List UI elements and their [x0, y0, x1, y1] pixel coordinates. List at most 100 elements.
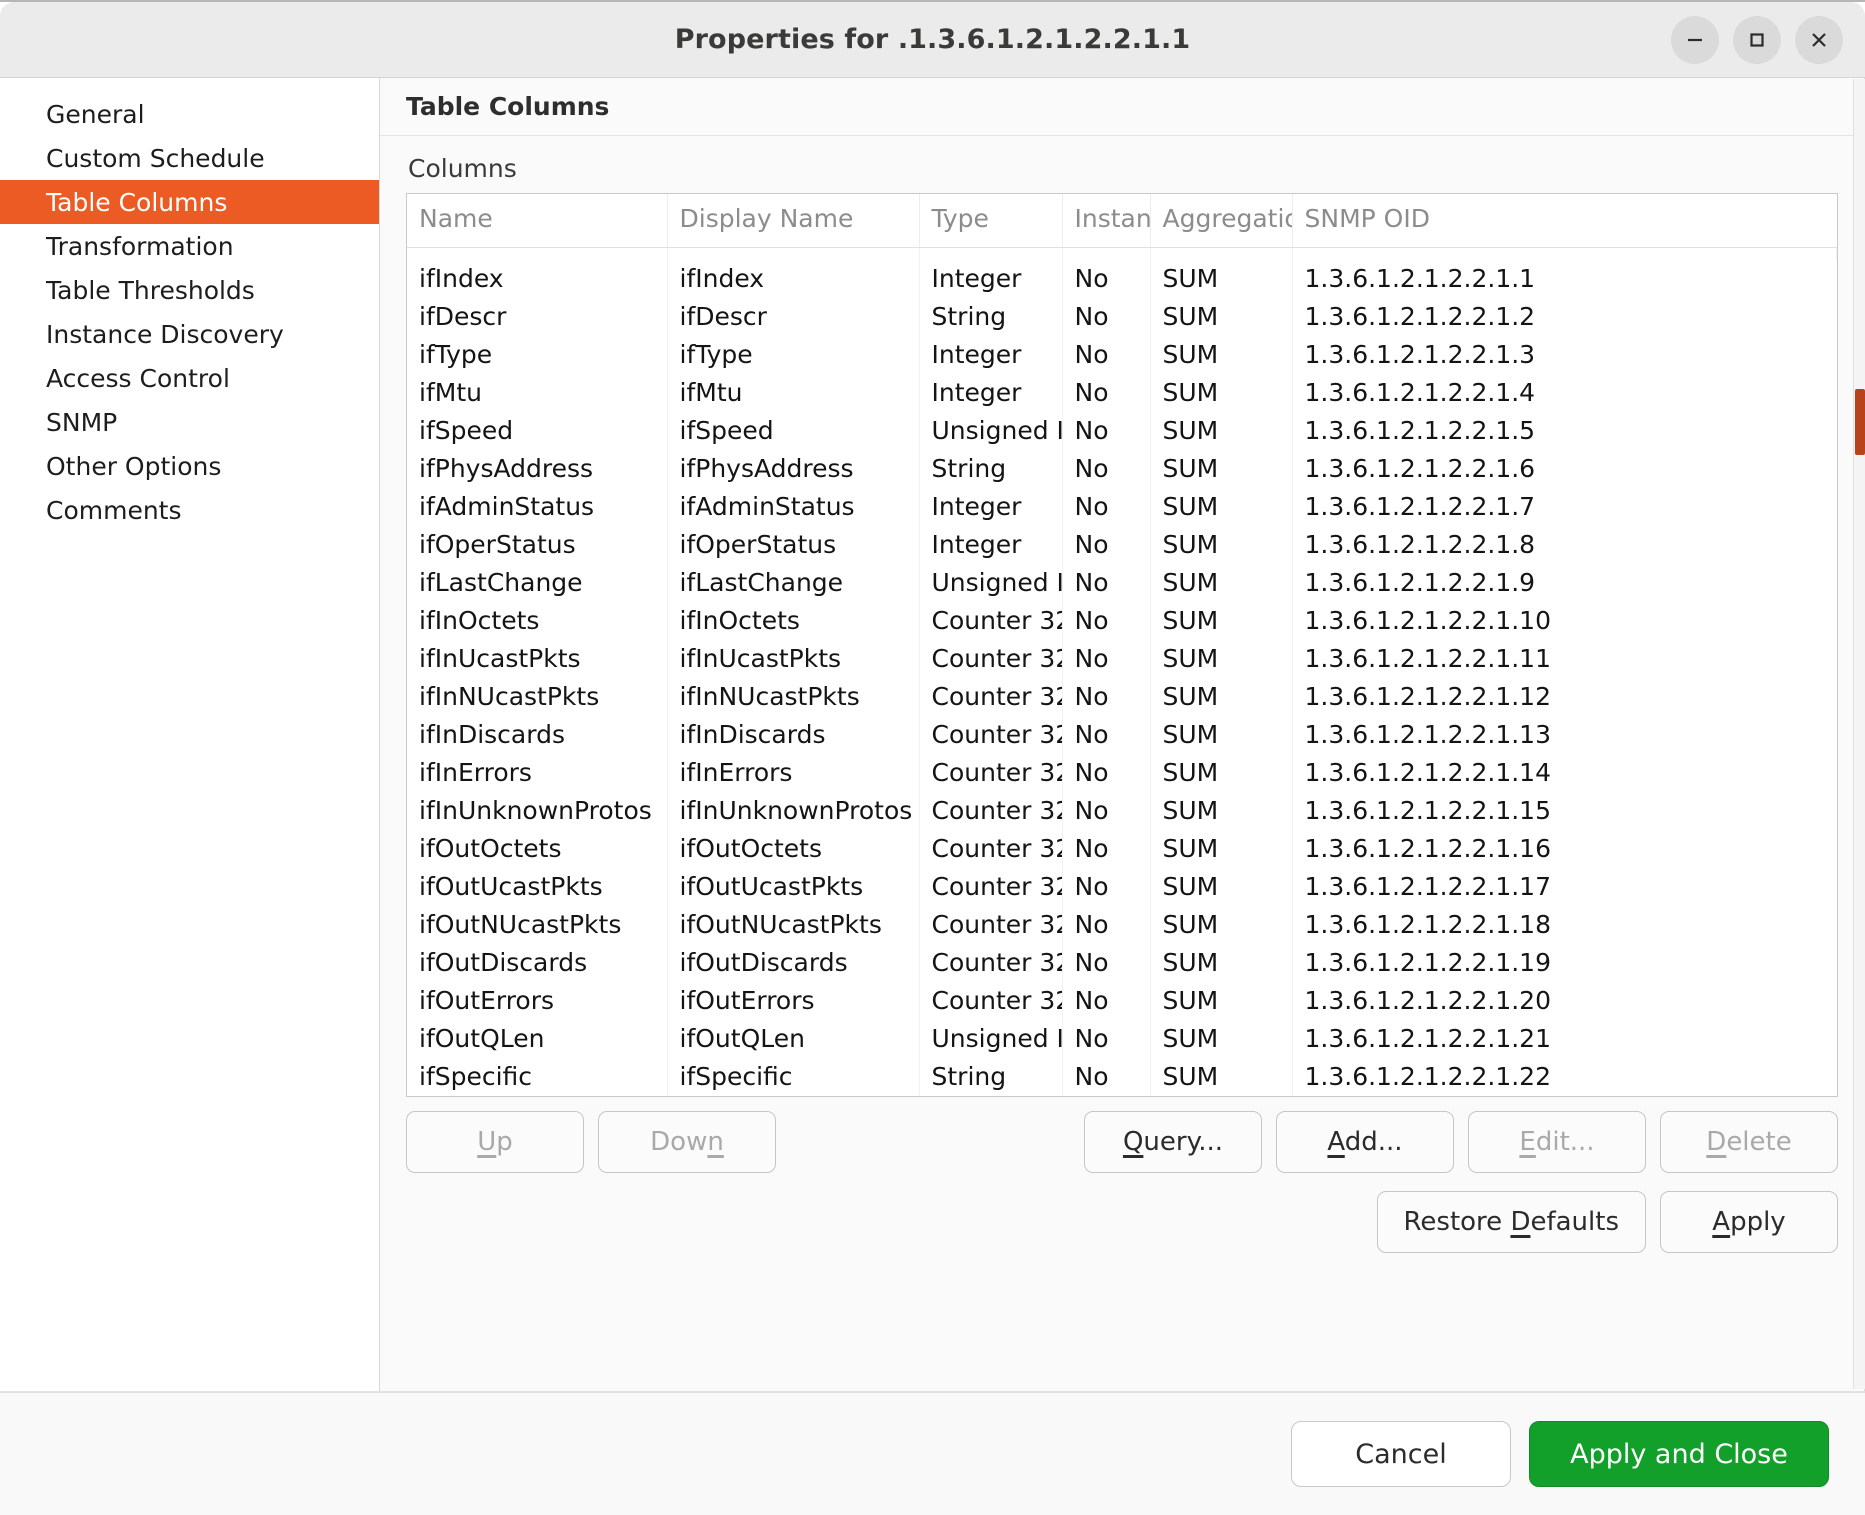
- sidebar-item-general[interactable]: General: [0, 92, 379, 136]
- table-row[interactable]: ifDescrifDescrStringNoSUM1.3.6.1.2.1.2.2…: [407, 298, 1837, 336]
- cell-display: ifOutDiscards: [667, 944, 919, 982]
- apply-button[interactable]: Apply: [1660, 1191, 1838, 1253]
- table-row[interactable]: ifMtuifMtuIntegerNoSUM1.3.6.1.2.1.2.2.1.…: [407, 374, 1837, 412]
- apply-and-close-button[interactable]: Apply and Close: [1529, 1421, 1829, 1487]
- cell-aggregation: SUM: [1150, 678, 1292, 716]
- cell-display: ifType: [667, 336, 919, 374]
- table-row[interactable]: ifAdminStatusifAdminStatusIntegerNoSUM1.…: [407, 488, 1837, 526]
- query-button[interactable]: Query...: [1084, 1111, 1262, 1173]
- column-header[interactable]: Name: [407, 194, 667, 248]
- sidebar-item-transformation[interactable]: Transformation: [0, 224, 379, 268]
- table-actions-row: Up Down Query... Add... Edit...: [406, 1097, 1838, 1173]
- sidebar-item-instance-discovery[interactable]: Instance Discovery: [0, 312, 379, 356]
- table-row[interactable]: ifOperStatusifOperStatusIntegerNoSUM1.3.…: [407, 526, 1837, 564]
- sidebar-item-label: Access Control: [46, 364, 230, 393]
- table-header-row[interactable]: NameDisplay NameTypeInstancAggregatioSNM…: [407, 194, 1837, 248]
- sidebar-item-table-thresholds[interactable]: Table Thresholds: [0, 268, 379, 312]
- cell-oid: 1.3.6.1.2.1.2.2.1.22: [1292, 1058, 1837, 1096]
- cell-name: ifOutErrors: [407, 982, 667, 1020]
- sidebar-item-comments[interactable]: Comments: [0, 488, 379, 532]
- cell-display: ifOutUcastPkts: [667, 868, 919, 906]
- cell-display: ifLastChange: [667, 564, 919, 602]
- table-row[interactable]: ifInUnknownProtosifInUnknownProtosCounte…: [407, 792, 1837, 830]
- cell-name: ifLastChange: [407, 564, 667, 602]
- table-row[interactable]: ifInErrorsifInErrorsCounter 32-NoSUM1.3.…: [407, 754, 1837, 792]
- column-header[interactable]: Type: [919, 194, 1062, 248]
- cell-name: ifOutQLen: [407, 1020, 667, 1058]
- sidebar-item-snmp[interactable]: SNMP: [0, 400, 379, 444]
- window-controls: [1671, 16, 1843, 64]
- cell-oid: 1.3.6.1.2.1.2.2.1.16: [1292, 830, 1837, 868]
- table-row[interactable]: ifOutErrorsifOutErrorsCounter 32-NoSUM1.…: [407, 982, 1837, 1020]
- dialog-scrollbar[interactable]: [1853, 79, 1865, 1389]
- cell-type: Counter 32-: [919, 830, 1062, 868]
- maximize-button[interactable]: [1733, 16, 1781, 64]
- sidebar-item-label: Table Thresholds: [46, 276, 255, 305]
- table-row[interactable]: ifInUcastPktsifInUcastPktsCounter 32-NoS…: [407, 640, 1837, 678]
- table-row[interactable]: ifPhysAddressifPhysAddressStringNoSUM1.3…: [407, 450, 1837, 488]
- close-button[interactable]: [1795, 16, 1843, 64]
- cell-name: ifInUnknownProtos: [407, 792, 667, 830]
- cell-display: ifMtu: [667, 374, 919, 412]
- table-row[interactable]: ifInNUcastPktsifInNUcastPktsCounter 32-N…: [407, 678, 1837, 716]
- main-content: Columns NameDisplay NameTypeInstancAggre…: [380, 136, 1864, 1391]
- table-row[interactable]: ifLastChangeifLastChangeUnsigned InNoSUM…: [407, 564, 1837, 602]
- cell-instance: No: [1062, 944, 1150, 982]
- sidebar-item-table-columns[interactable]: Table Columns: [0, 180, 379, 224]
- table-row[interactable]: ifTypeifTypeIntegerNoSUM1.3.6.1.2.1.2.2.…: [407, 336, 1837, 374]
- columns-table: NameDisplay NameTypeInstancAggregatioSNM…: [407, 194, 1837, 1096]
- cell-name: ifMtu: [407, 374, 667, 412]
- table-row[interactable]: ifInOctetsifInOctetsCounter 32-NoSUM1.3.…: [407, 602, 1837, 640]
- cell-oid: 1.3.6.1.2.1.2.2.1.20: [1292, 982, 1837, 1020]
- sidebar-item-custom-schedule[interactable]: Custom Schedule: [0, 136, 379, 180]
- cell-name: ifOutUcastPkts: [407, 868, 667, 906]
- cell-oid: 1.3.6.1.2.1.2.2.1.8: [1292, 526, 1837, 564]
- cell-aggregation: SUM: [1150, 1020, 1292, 1058]
- cell-instance: No: [1062, 374, 1150, 412]
- table-row[interactable]: ifOutUcastPktsifOutUcastPktsCounter 32-N…: [407, 868, 1837, 906]
- dialog-scrollbar-thumb[interactable]: [1855, 389, 1865, 455]
- column-header[interactable]: Instanc: [1062, 194, 1150, 248]
- table-row[interactable]: ifSpeedifSpeedUnsigned InNoSUM1.3.6.1.2.…: [407, 412, 1837, 450]
- minimize-icon: [1684, 29, 1706, 51]
- table-row[interactable]: ifIndexifIndexIntegerNoSUM1.3.6.1.2.1.2.…: [407, 260, 1837, 298]
- cell-name: ifInDiscards: [407, 716, 667, 754]
- cell-aggregation: SUM: [1150, 336, 1292, 374]
- cell-oid: 1.3.6.1.2.1.2.2.1.15: [1292, 792, 1837, 830]
- sidebar-item-other-options[interactable]: Other Options: [0, 444, 379, 488]
- delete-mnemonic: D: [1706, 1127, 1726, 1157]
- cell-aggregation: SUM: [1150, 450, 1292, 488]
- column-header[interactable]: Aggregatio: [1150, 194, 1292, 248]
- cell-display: ifOutErrors: [667, 982, 919, 1020]
- minimize-button[interactable]: [1671, 16, 1719, 64]
- table-row[interactable]: ifOutDiscardsifOutDiscardsCounter 32-NoS…: [407, 944, 1837, 982]
- up-button[interactable]: Up: [406, 1111, 584, 1173]
- table-row[interactable]: ifOutQLenifOutQLenUnsigned InNoSUM1.3.6.…: [407, 1020, 1837, 1058]
- cell-instance: No: [1062, 260, 1150, 298]
- cell-aggregation: SUM: [1150, 488, 1292, 526]
- edit-button[interactable]: Edit...: [1468, 1111, 1646, 1173]
- columns-group-label: Columns: [406, 150, 1838, 193]
- sidebar-item-access-control[interactable]: Access Control: [0, 356, 379, 400]
- cell-oid: 1.3.6.1.2.1.2.2.1.1: [1292, 260, 1837, 298]
- cell-display: ifSpecific: [667, 1058, 919, 1096]
- cell-name: ifSpecific: [407, 1058, 667, 1096]
- column-header[interactable]: SNMP OID: [1292, 194, 1837, 248]
- restore-defaults-button[interactable]: Restore Defaults: [1377, 1191, 1646, 1253]
- cell-name: ifOutOctets: [407, 830, 667, 868]
- cell-type: Counter 32-: [919, 602, 1062, 640]
- table-row[interactable]: ifInDiscardsifInDiscardsCounter 32-NoSUM…: [407, 716, 1837, 754]
- delete-button[interactable]: Delete: [1660, 1111, 1838, 1173]
- table-row[interactable]: ifSpecificifSpecificStringNoSUM1.3.6.1.2…: [407, 1058, 1837, 1096]
- table-row[interactable]: ifOutOctetsifOutOctetsCounter 32-NoSUM1.…: [407, 830, 1837, 868]
- cell-name: ifInOctets: [407, 602, 667, 640]
- down-button[interactable]: Down: [598, 1111, 776, 1173]
- column-header[interactable]: Display Name: [667, 194, 919, 248]
- add-button[interactable]: Add...: [1276, 1111, 1454, 1173]
- titlebar[interactable]: Properties for .1.3.6.1.2.1.2.2.1.1: [0, 2, 1865, 78]
- cell-oid: 1.3.6.1.2.1.2.2.1.19: [1292, 944, 1837, 982]
- columns-table-frame[interactable]: NameDisplay NameTypeInstancAggregatioSNM…: [406, 193, 1838, 1097]
- cell-instance: No: [1062, 640, 1150, 678]
- cancel-button[interactable]: Cancel: [1291, 1421, 1511, 1487]
- table-row[interactable]: ifOutNUcastPktsifOutNUcastPktsCounter 32…: [407, 906, 1837, 944]
